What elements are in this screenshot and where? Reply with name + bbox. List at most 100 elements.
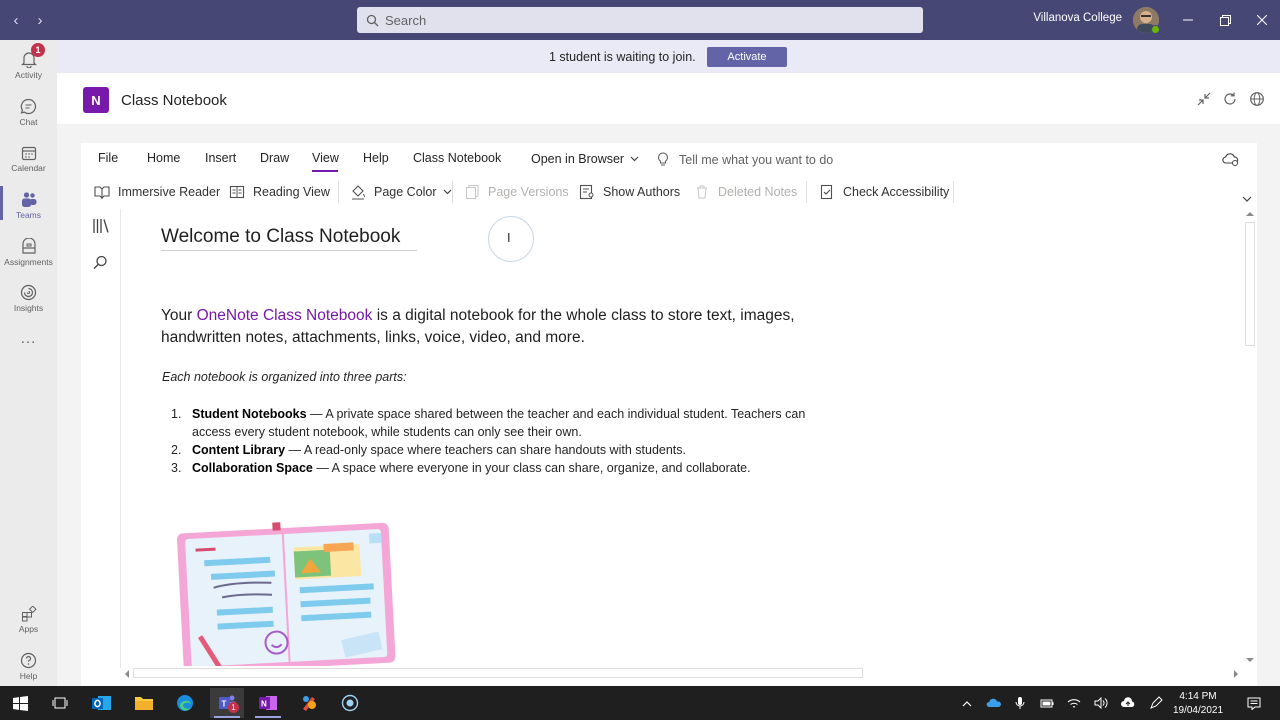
show-hidden-icons-chevron-icon[interactable]: [958, 694, 976, 712]
rail-item-calendar[interactable]: Calendar: [0, 139, 57, 183]
back-arrow-icon[interactable]: ‹: [4, 8, 28, 32]
minimize-icon[interactable]: [1176, 9, 1200, 31]
rail-item-chat[interactable]: Chat: [0, 93, 57, 137]
chevron-down-icon: [443, 189, 452, 195]
page-search-icon[interactable]: [93, 255, 108, 270]
rail-item-label: Insights: [13, 303, 44, 313]
refresh-icon[interactable]: [1222, 91, 1238, 107]
collapse-icon[interactable]: [1196, 91, 1212, 107]
svg-text:N: N: [261, 700, 267, 709]
onenote-taskbar-icon[interactable]: N: [251, 688, 285, 718]
outlook-icon[interactable]: [85, 688, 119, 718]
notebook-illustration: [176, 514, 398, 666]
file-explorer-icon[interactable]: [127, 688, 161, 718]
tab-class-notebook[interactable]: Class Notebook: [413, 151, 501, 165]
rail-more-button[interactable]: ...: [0, 330, 57, 374]
windows-start-icon[interactable]: [3, 688, 37, 718]
onenote-class-notebook-link[interactable]: OneNote Class Notebook: [197, 307, 373, 324]
battery-icon[interactable]: [1038, 694, 1056, 712]
tab-file[interactable]: File: [98, 151, 118, 165]
notebooks-library-icon[interactable]: [92, 218, 110, 234]
rail-item-help[interactable]: Help: [0, 647, 57, 691]
globe-icon[interactable]: [1249, 91, 1265, 107]
rail-item-teams[interactable]: Teams: [0, 186, 57, 230]
tell-me-placeholder: Tell me what you want to do: [679, 152, 834, 167]
part-description: — A read-only space where teachers can s…: [285, 443, 686, 457]
tab-view[interactable]: View: [312, 151, 339, 165]
part-name: Content Library: [192, 443, 286, 457]
rail-item-apps[interactable]: Apps: [0, 600, 57, 644]
deleted-notes-button: Deleted Notes: [694, 183, 797, 201]
rail-item-activity[interactable]: Activity: [0, 46, 57, 90]
ribbon-separator: [806, 181, 807, 203]
open-in-browser-button[interactable]: Open in Browser: [531, 152, 639, 166]
activate-button[interactable]: Activate: [707, 47, 787, 67]
scroll-up-arrow-icon[interactable]: [1246, 211, 1254, 217]
check-accessibility-button[interactable]: Check Accessibility: [819, 183, 949, 201]
page-color-label: Page Color: [374, 185, 437, 199]
tab-home[interactable]: Home: [147, 151, 180, 165]
immersive-reader-button[interactable]: Immersive Reader: [94, 183, 220, 201]
page-title[interactable]: Welcome to Class Notebook: [161, 226, 400, 248]
rail-item-label: Teams: [15, 210, 42, 220]
rail-item-insights[interactable]: Insights: [0, 279, 57, 323]
close-icon[interactable]: [1250, 9, 1274, 31]
volume-icon[interactable]: [1092, 694, 1110, 712]
org-name: Villanova College: [1033, 12, 1122, 24]
scroll-down-arrow-icon[interactable]: [1246, 657, 1254, 663]
teams-taskbar-icon[interactable]: T: [210, 688, 244, 718]
reading-view-button[interactable]: Reading View: [229, 183, 330, 201]
restore-icon[interactable]: [1213, 9, 1237, 31]
text-cursor-icon: I: [507, 230, 511, 245]
search-input[interactable]: [385, 12, 905, 28]
accessibility-icon: [819, 184, 835, 200]
list-item: 3. Collaboration Space — A space where ev…: [171, 459, 851, 477]
wifi-icon[interactable]: [1065, 694, 1083, 712]
show-authors-icon: [579, 184, 595, 200]
taskbar-clock[interactable]: 4:14 PM 19/04/2021: [1168, 690, 1228, 718]
list-number: 3.: [171, 461, 182, 475]
horizontal-scroll-thumb[interactable]: [133, 668, 863, 678]
forward-arrow-icon[interactable]: ›: [28, 8, 52, 32]
task-view-icon[interactable]: [43, 688, 77, 718]
pen-settings-icon[interactable]: [1147, 694, 1165, 712]
active-tab-indicator: [312, 170, 338, 172]
part-description: — A space where everyone in your class c…: [312, 461, 751, 475]
list-number: 1.: [171, 407, 182, 421]
tab-draw[interactable]: Draw: [260, 151, 289, 165]
paint-app-icon[interactable]: [292, 688, 326, 718]
tell-me-box[interactable]: Tell me what you want to do: [657, 152, 833, 167]
tab-help[interactable]: Help: [363, 151, 389, 165]
check-accessibility-label: Check Accessibility: [843, 185, 950, 199]
microphone-icon[interactable]: [1011, 694, 1029, 712]
rail-item-assignments[interactable]: Assignments: [0, 233, 57, 277]
ribbon-expand-chevron-icon[interactable]: [1242, 196, 1252, 203]
page-versions-icon: [464, 184, 480, 200]
edge-browser-icon[interactable]: [168, 688, 202, 718]
ribbon-separator: [338, 181, 339, 203]
teams-taskbar-badge: 1: [228, 702, 239, 713]
paint-bucket-icon: [350, 184, 366, 200]
apps-icon: [21, 600, 37, 622]
notification-center-icon[interactable]: [1245, 694, 1263, 712]
show-authors-label: Show Authors: [603, 185, 681, 199]
scroll-right-arrow-icon[interactable]: [1233, 670, 1239, 678]
cloud-sync-icon[interactable]: [1222, 152, 1239, 166]
tab-insert[interactable]: Insert: [205, 151, 236, 165]
search-bar[interactable]: [357, 7, 923, 33]
recorder-icon[interactable]: [333, 688, 367, 718]
rail-item-label: Calendar: [11, 163, 46, 173]
onedrive-icon[interactable]: [985, 694, 1003, 712]
notebook-side-nav: [81, 209, 121, 668]
show-authors-button[interactable]: Show Authors: [579, 183, 680, 201]
page-color-button[interactable]: Page Color: [350, 183, 452, 201]
clock-time: 4:14 PM: [1179, 691, 1217, 702]
onenote-logo-icon: N: [83, 87, 109, 113]
cloud-upload-icon[interactable]: [1119, 694, 1137, 712]
banner-message: 1 student is waiting to join.: [549, 50, 696, 64]
assignments-icon: [21, 233, 37, 255]
intro-prefix: Your: [161, 307, 197, 324]
scroll-left-arrow-icon[interactable]: [124, 670, 130, 678]
vertical-scroll-thumb[interactable]: [1245, 222, 1255, 346]
intro-paragraph[interactable]: Your OneNote Class Notebook is a digital…: [161, 305, 861, 348]
